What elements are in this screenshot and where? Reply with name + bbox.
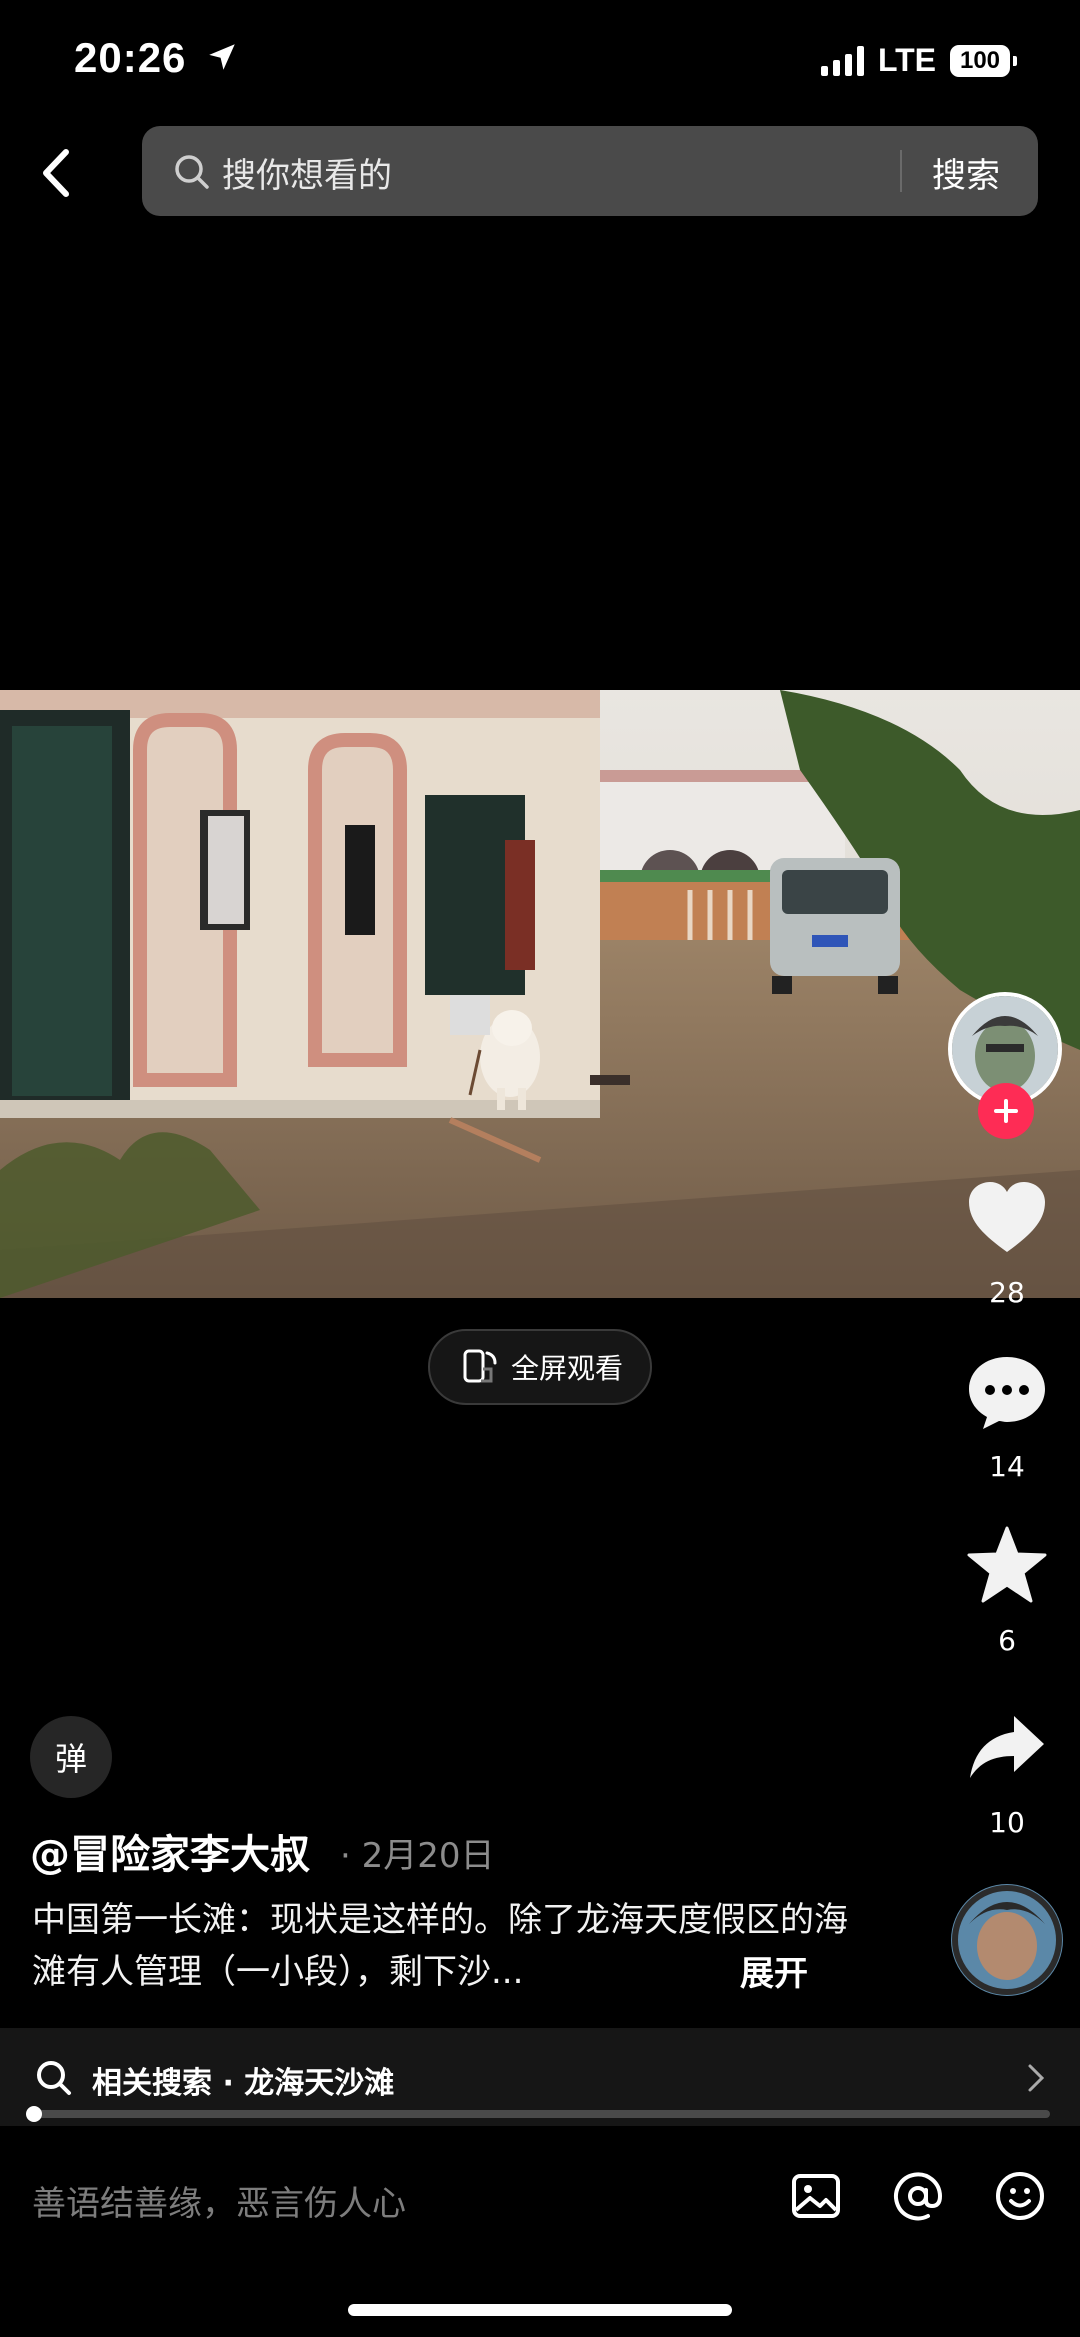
favorite-count: 6 (998, 1624, 1016, 1657)
mention-icon (894, 2172, 943, 2221)
video-caption[interactable]: 中国第一长滩：现状是这样的。除了龙海天度假区的海滩有人管理（一小段），剩下沙..… (32, 1894, 852, 1998)
star-icon (967, 1526, 1047, 1603)
back-icon (43, 149, 69, 197)
fullscreen-label: 全屏观看 (510, 1352, 623, 1385)
follow-button[interactable] (978, 1083, 1034, 1139)
location-arrow-icon (209, 44, 235, 70)
status-time: 20:26 (74, 34, 239, 82)
search-input[interactable]: 搜你想看的 (222, 148, 392, 197)
emoji-button[interactable] (992, 2168, 1048, 2224)
progress-track[interactable] (34, 2110, 1050, 2118)
author-name[interactable]: @冒险家李大叔 (30, 1822, 310, 1880)
search-icon (37, 2061, 71, 2095)
share-icon (970, 1716, 1044, 1778)
status-indicators: LTE 100 (820, 42, 1017, 79)
battery-level: 100 (959, 46, 1001, 74)
favorite-button[interactable] (962, 1520, 1052, 1610)
image-button[interactable] (788, 2168, 844, 2224)
emoji-icon (996, 2172, 1044, 2220)
comment-icon (969, 1357, 1045, 1429)
related-search-text[interactable]: 相关搜索 · 龙海天沙滩 (92, 2058, 394, 2102)
plus-icon (994, 1099, 1018, 1123)
clock-text: 20:26 (74, 34, 187, 81)
signal-icon (820, 45, 864, 76)
fullscreen-icon (463, 1349, 497, 1383)
comment-button[interactable] (962, 1348, 1052, 1438)
expand-button[interactable]: 展开 (740, 1946, 808, 1995)
search-button[interactable]: 搜索 (932, 148, 1000, 197)
share-button[interactable] (962, 1702, 1052, 1792)
like-count: 28 (989, 1276, 1025, 1309)
video-player[interactable] (0, 690, 1080, 1298)
share-count: 10 (989, 1806, 1025, 1839)
like-button[interactable] (962, 1172, 1052, 1262)
post-date: · 2月20日 (340, 1836, 495, 1876)
music-disc[interactable] (951, 1884, 1063, 1996)
fullscreen-button[interactable]: 全屏观看 (428, 1329, 652, 1405)
network-label: LTE (877, 42, 936, 78)
mention-button[interactable] (890, 2168, 946, 2224)
search-icon (175, 155, 209, 189)
progress-handle[interactable] (26, 2106, 42, 2122)
chevron-right-icon (1028, 2064, 1045, 2092)
music-cover (951, 1884, 1063, 1996)
video-frame (0, 690, 1080, 1298)
comment-count: 14 (989, 1450, 1025, 1483)
danmu-button[interactable]: 弹 (30, 1716, 112, 1798)
comment-input[interactable]: 善语结善缘，恶言伤人心 (32, 2176, 406, 2225)
search-divider (900, 150, 902, 192)
heart-icon (969, 1182, 1045, 1252)
home-indicator[interactable] (348, 2304, 732, 2316)
back-button[interactable] (30, 140, 86, 206)
image-icon (792, 2174, 840, 2218)
battery-icon: 100 (950, 44, 1017, 77)
danmu-label: 弹 (54, 1740, 87, 1778)
